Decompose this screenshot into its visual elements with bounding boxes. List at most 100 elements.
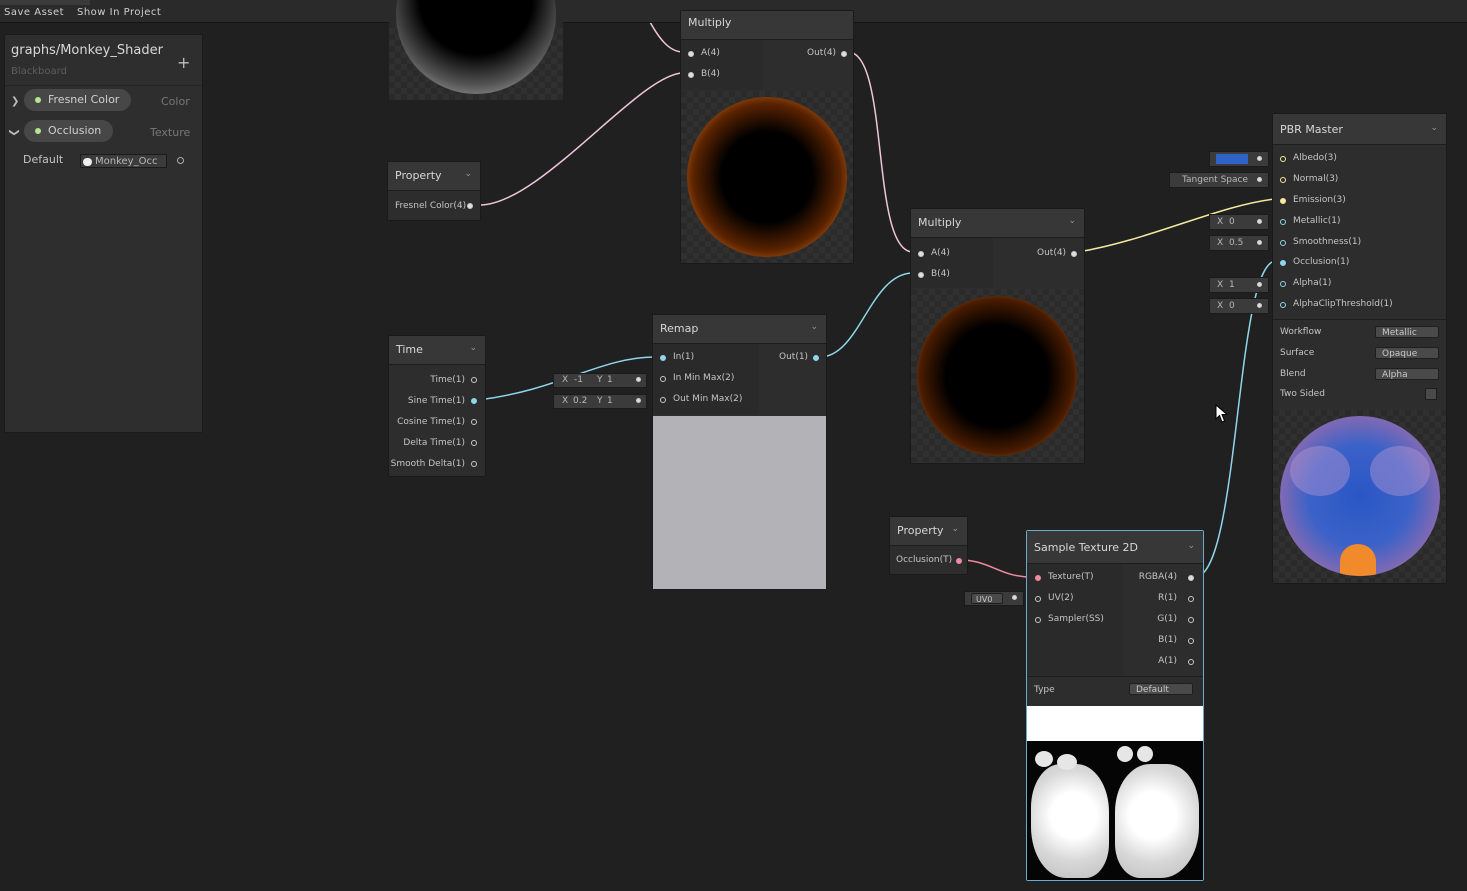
add-property-button[interactable]: + [177, 53, 190, 72]
texture-thumb-icon [83, 158, 92, 166]
port-occlusion-dot[interactable] [1280, 260, 1286, 266]
port-sampler-label: Sampler(SS) [1048, 614, 1104, 624]
port-in-dot[interactable] [660, 355, 666, 361]
port-in-min-max-dot[interactable] [660, 376, 666, 382]
port-out-dot[interactable] [956, 558, 962, 564]
node-title: Time [396, 343, 423, 356]
port-smoothness-dot[interactable] [1280, 240, 1286, 246]
input-ports [911, 238, 993, 288]
port-out-dot[interactable] [1071, 251, 1077, 257]
port-out-dot[interactable] [813, 355, 819, 361]
node-multiply-top[interactable]: Multiply A(4) B(4) Out(4) [680, 10, 854, 264]
object-picker-icon[interactable] [177, 157, 184, 164]
node-title: Property [395, 169, 442, 182]
chevron-down-icon[interactable]: ⌄ [464, 169, 472, 179]
node-property-occlusion[interactable]: Property ⌄ Occlusion(T) [889, 516, 968, 575]
x-label: X [1217, 238, 1224, 248]
port-alpha-clip-dot[interactable] [1280, 302, 1286, 308]
chevron-down-icon[interactable]: ⌄ [469, 343, 477, 353]
remap-in-min-max-field[interactable]: X -1 Y 1 [553, 373, 647, 388]
out-min-y-value[interactable]: 1 [607, 396, 613, 406]
port-out-dot[interactable] [841, 51, 847, 57]
normal-field[interactable]: Tangent Space [1169, 172, 1269, 188]
port-b-dot[interactable] [1188, 638, 1194, 644]
port-out-dot[interactable] [467, 203, 473, 209]
property-pill-occlusion[interactable]: Occlusion [24, 120, 114, 142]
port-time-dot[interactable] [471, 377, 477, 383]
albedo-field[interactable] [1209, 151, 1269, 167]
port-sine-dot[interactable] [471, 398, 477, 404]
port-b-label: B(4) [931, 269, 950, 279]
node-time[interactable]: Time ⌄ Time(1) Sine Time(1) Cosine Time(1… [388, 335, 486, 477]
port-connector-dot [1257, 240, 1262, 245]
metallic-field[interactable]: X 0 [1209, 214, 1269, 230]
node-sample-texture-2d[interactable]: Sample Texture 2D ⌄ Texture(T) UV(2) Samp… [1026, 530, 1204, 881]
port-a-dot[interactable] [918, 251, 924, 257]
port-metallic-dot[interactable] [1280, 219, 1286, 225]
property-pill-fresnel-color[interactable]: Fresnel Color [24, 89, 132, 111]
port-b-dot[interactable] [918, 272, 924, 278]
blend-dropdown[interactable]: Alpha [1375, 368, 1439, 380]
divider [1027, 676, 1203, 677]
port-a-dot[interactable] [1188, 659, 1194, 665]
port-albedo-dot[interactable] [1280, 156, 1286, 162]
save-asset-button[interactable]: Save Asset [4, 7, 64, 18]
out-min-x-value[interactable]: 0.2 [573, 396, 587, 406]
clip-threshold-field[interactable]: X 0 [1209, 298, 1269, 314]
alpha-field[interactable]: X 1 [1209, 277, 1269, 293]
remap-out-min-max-field[interactable]: X 0.2 Y 1 [553, 394, 647, 409]
chevron-down-icon[interactable]: ⌄ [1430, 123, 1438, 133]
uv-channel-field[interactable]: UV0 [964, 591, 1024, 606]
chevron-down-icon[interactable]: ⌄ [1187, 541, 1195, 551]
port-rgba-label: RGBA(4) [1138, 572, 1177, 582]
property-type-dot [35, 128, 41, 134]
node-pbr-master[interactable]: PBR Master ⌄ Albedo(3) Normal(3) Emission… [1272, 113, 1447, 584]
chevron-down-icon[interactable]: ⌄ [951, 524, 959, 534]
surface-dropdown[interactable]: Opaque [1375, 347, 1439, 359]
port-g-dot[interactable] [1188, 617, 1194, 623]
chevron-down-icon[interactable]: ⌄ [1068, 216, 1076, 226]
in-min-x-value[interactable]: -1 [574, 375, 583, 385]
port-smooth-delta-dot[interactable] [471, 461, 477, 467]
port-occlusion-label: Occlusion(1) [1293, 257, 1350, 267]
port-uv-dot[interactable] [1035, 596, 1041, 602]
metallic-value[interactable]: 0 [1229, 217, 1235, 227]
port-sampler-dot[interactable] [1035, 617, 1041, 623]
port-normal-dot[interactable] [1280, 177, 1286, 183]
port-cosine-dot[interactable] [471, 419, 477, 425]
port-texture-dot[interactable] [1035, 575, 1041, 581]
node-title: Multiply [688, 16, 732, 29]
smoothness-value[interactable]: 0.5 [1229, 238, 1243, 248]
chevron-down-icon[interactable]: ❯ [9, 128, 20, 136]
port-r-dot[interactable] [1188, 596, 1194, 602]
two-sided-checkbox[interactable] [1425, 388, 1437, 400]
blackboard-divider [5, 85, 202, 86]
chevron-right-icon[interactable]: ❯ [11, 96, 19, 107]
default-label: Default [23, 153, 64, 166]
chevron-down-icon[interactable]: ⌄ [810, 322, 818, 332]
type-dropdown[interactable]: Default [1129, 683, 1193, 695]
port-delta-dot[interactable] [471, 440, 477, 446]
default-texture-field[interactable]: Monkey_Occ [80, 154, 167, 168]
port-a-dot[interactable] [688, 51, 694, 57]
node-remap[interactable]: Remap ⌄ In(1) In Min Max(2) Out Min Max(2… [652, 314, 827, 590]
workflow-dropdown[interactable]: Metallic [1375, 326, 1439, 338]
node-property-fresnel[interactable]: Property ⌄ Fresnel Color(4) [387, 161, 481, 221]
port-rgba-dot[interactable] [1188, 575, 1194, 581]
in-min-y-value[interactable]: 1 [607, 375, 613, 385]
graph-tab[interactable] [0, 0, 90, 5]
clip-threshold-value[interactable]: 0 [1229, 301, 1235, 311]
mouse-cursor-icon [1215, 404, 1229, 423]
port-cosine-label: Cosine Time(1) [397, 417, 465, 427]
port-b-dot[interactable] [688, 72, 694, 78]
albedo-color-swatch[interactable] [1216, 154, 1248, 164]
uv-channel-dropdown[interactable]: UV0 [971, 593, 1003, 604]
port-out-min-max-dot[interactable] [660, 397, 666, 403]
show-in-project-button[interactable]: Show In Project [77, 7, 161, 18]
smoothness-field[interactable]: X 0.5 [1209, 235, 1269, 251]
alpha-value[interactable]: 1 [1229, 280, 1235, 290]
port-alpha-dot[interactable] [1280, 281, 1286, 287]
port-emission-dot[interactable] [1280, 198, 1286, 204]
port-out-label: Occlusion(T) [896, 555, 953, 565]
node-multiply-mid[interactable]: Multiply ⌄ A(4) B(4) Out(4) [910, 208, 1085, 464]
